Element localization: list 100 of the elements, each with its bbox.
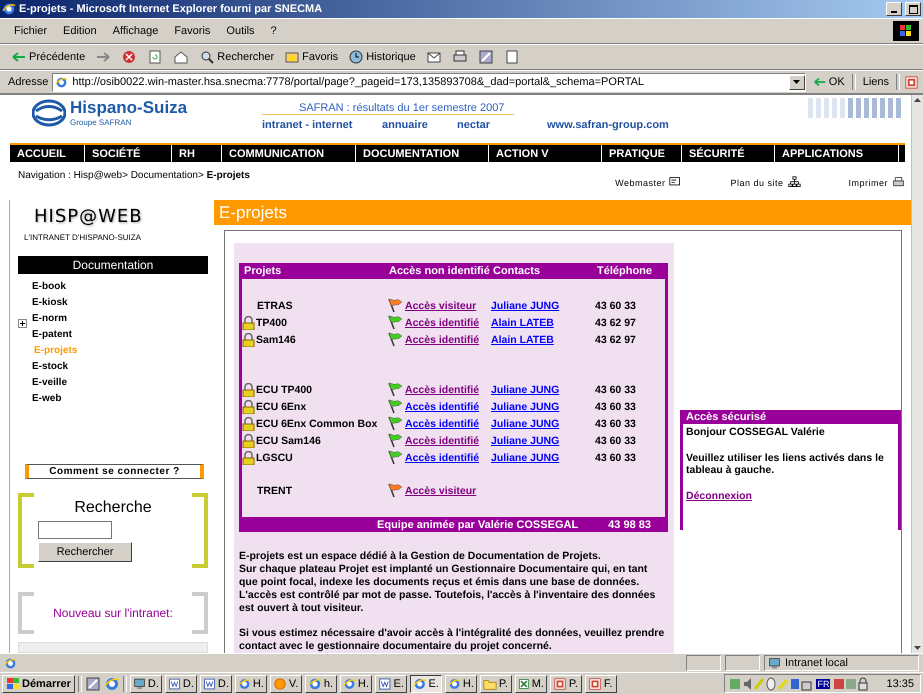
menu-item[interactable]: Outils [220, 23, 261, 39]
sidebar-item[interactable]: E-web [18, 390, 208, 406]
scrollbar[interactable] [911, 95, 923, 653]
menu-item[interactable]: Favoris [168, 23, 216, 39]
nav-item[interactable]: APPLICATIONS [775, 145, 899, 162]
maximize-icon [908, 4, 918, 14]
expand-icon[interactable] [18, 319, 27, 328]
taskbar-button[interactable]: V. [270, 674, 302, 692]
links-button[interactable]: Liens [860, 75, 892, 89]
sidebar-item[interactable]: E-norm [18, 310, 208, 326]
access-link[interactable]: Accès identifié [405, 334, 480, 346]
contact-link[interactable]: Juliane JUNG [491, 384, 560, 396]
taskbar-button[interactable]: h. [304, 674, 337, 692]
sitemap-link[interactable]: Plan du site [730, 176, 800, 189]
page-title: E-projets [214, 200, 911, 225]
search-field[interactable] [38, 521, 112, 539]
back-button[interactable]: Précédente [8, 48, 88, 66]
sidebar-item[interactable]: E-kiosk [18, 294, 208, 310]
connect-button[interactable]: Comment se connecter ? [25, 464, 204, 479]
menu-item[interactable]: ? [264, 23, 283, 39]
contact-link[interactable]: Juliane JUNG [491, 400, 560, 412]
ie-icon [342, 676, 356, 690]
taskbar-button[interactable]: D. [130, 674, 162, 692]
project-name: Sam146 [242, 332, 387, 346]
sidebar-item[interactable]: E-veille [18, 374, 208, 390]
contact-link[interactable]: Juliane JUNG [491, 418, 560, 430]
print-link[interactable]: Imprimer [848, 176, 905, 189]
taskbar-button[interactable]: E. [374, 674, 407, 692]
taskbar-button[interactable]: P. [480, 674, 512, 692]
sidebar-item[interactable]: E-book [18, 278, 208, 294]
header-link[interactable]: intranet - internet [262, 119, 382, 131]
favorites-button[interactable]: Favoris [281, 48, 342, 66]
padlock-icon [242, 316, 255, 330]
nav-item[interactable]: PRATIQUE [602, 145, 682, 162]
access-link[interactable]: Accès identifié [405, 434, 480, 446]
history-button[interactable]: Historique [345, 48, 419, 66]
ppt-icon [588, 676, 602, 690]
menu-item[interactable]: Edition [57, 23, 103, 39]
clock: 13:35 [886, 678, 914, 690]
nav-item[interactable]: ACTION V [489, 145, 602, 162]
taskbar-button[interactable]: F. [584, 674, 617, 692]
access-link[interactable]: Accès identifié [405, 418, 480, 430]
sidebar-item[interactable]: E-stock [18, 358, 208, 374]
project-name: TP400 [242, 316, 387, 330]
taskbar-button[interactable]: H. [340, 674, 372, 692]
project-name: TRENT [256, 484, 293, 496]
nav-item[interactable]: SÉCURITÉ [682, 145, 775, 162]
webmaster-link[interactable]: Webmaster [615, 176, 682, 189]
nav-item[interactable]: RH [172, 145, 222, 162]
taskbar-button[interactable]: D. [164, 674, 197, 692]
search-icon [199, 49, 216, 65]
address-field[interactable]: http://osib0022.win-master.hsa.snecma:7778/portal/page?_pageid=173,135893708&_dad=portal&_schema=PORTAL [52, 72, 806, 92]
access-link[interactable]: Accès visiteur [405, 300, 476, 312]
contact-link[interactable]: Juliane JUNG [491, 452, 560, 464]
taskbar-button[interactable]: M. [514, 674, 547, 692]
start-button[interactable]: Démarrer [2, 674, 75, 692]
header-link[interactable]: www.safran-group.com [547, 119, 697, 131]
search-title: Recherche [73, 499, 153, 517]
access-link[interactable]: Accès identifié [405, 384, 480, 396]
nav-item[interactable]: ACCUEIL [10, 145, 85, 162]
menu-item[interactable]: Affichage [106, 23, 164, 39]
nav-item[interactable]: SOCIÉTÉ [85, 145, 172, 162]
access-link[interactable]: Accès visiteur [405, 484, 476, 496]
headline-link[interactable]: SAFRAN : résultats du 1er semestre 2007 [262, 102, 514, 115]
search-button[interactable]: Rechercher [196, 48, 278, 66]
contact-link[interactable]: Juliane JUNG [491, 300, 560, 312]
header-link[interactable]: nectar [457, 119, 547, 131]
menu-item[interactable]: Fichier [8, 23, 54, 39]
taskbar-button[interactable]: P. [550, 674, 582, 692]
logout-link[interactable]: Déconnexion [683, 488, 755, 504]
greeting-text: Bonjour COSSEGAL Valérie [685, 425, 826, 440]
contact-link[interactable]: Alain LATEB [491, 316, 554, 328]
taskbar-button[interactable]: D. [200, 674, 232, 692]
taskbar-button[interactable]: E. [410, 674, 442, 692]
search-button[interactable]: Rechercher [38, 542, 132, 562]
access-link[interactable]: Accès identifié [405, 400, 480, 412]
taskbar-button[interactable]: H. [234, 674, 267, 692]
word-icon [168, 676, 181, 690]
phone-number: 43 60 33 [595, 434, 636, 446]
status-bar-panel [686, 655, 721, 671]
flag-icon [387, 399, 403, 414]
contact-link[interactable]: Alain LATEB [491, 334, 554, 346]
taskbar-button[interactable]: H. [444, 674, 477, 692]
nav-item[interactable]: DOCUMENTATION [356, 145, 489, 162]
minimize-button[interactable] [886, 2, 902, 16]
nav-item[interactable]: COMMUNICATION [222, 145, 356, 162]
sidebar-item[interactable]: E-patent [18, 326, 208, 342]
language-indicator[interactable]: FR [816, 678, 830, 688]
maximize-button[interactable] [905, 2, 921, 16]
status-bar-panel [725, 655, 760, 671]
header-link[interactable]: annuaire [382, 119, 457, 131]
go-button[interactable]: OK [810, 74, 848, 90]
contact-link[interactable]: Juliane JUNG [491, 434, 560, 446]
panel-title: Accès sécurisé [683, 410, 898, 424]
brand-group: Groupe SAFRAN [70, 118, 188, 127]
dropdown-button[interactable] [788, 74, 805, 90]
phone-number: 43 62 97 [595, 316, 636, 328]
access-link[interactable]: Accès identifié [405, 316, 480, 328]
access-link[interactable]: Accès identifié [405, 452, 480, 464]
phone-number: 43 62 97 [595, 334, 636, 346]
